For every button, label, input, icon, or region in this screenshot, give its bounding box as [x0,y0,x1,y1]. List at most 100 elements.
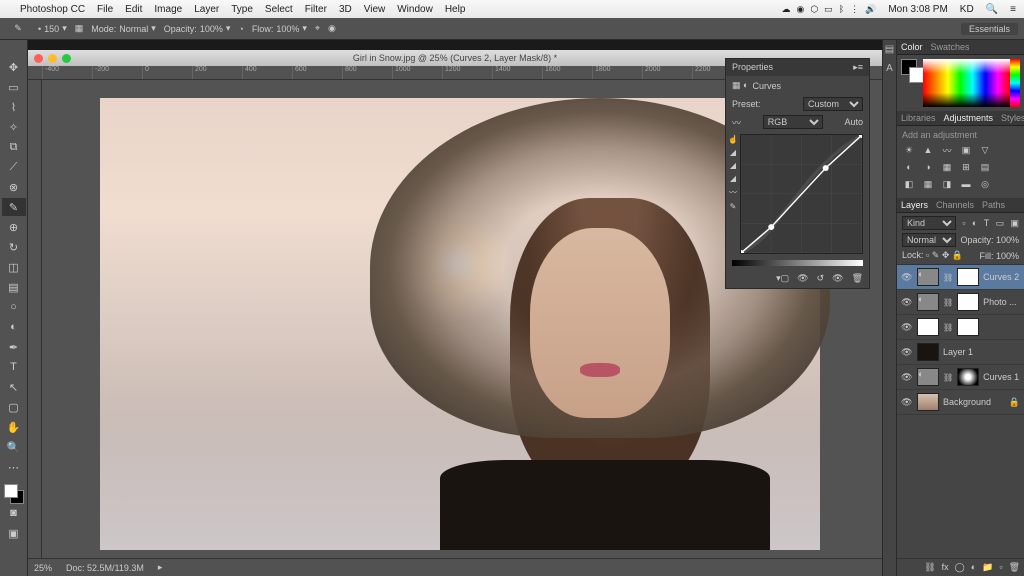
color-spectrum[interactable] [923,59,1010,107]
visibility-toggle[interactable]: 👁 [901,297,913,308]
draw-curve-icon[interactable]: ✎ [728,202,738,211]
status-chevron-icon[interactable]: ▸ [158,562,163,573]
layer-name[interactable]: Layer 1 [943,347,1020,357]
shape-tool[interactable]: ▢ [2,398,26,416]
properties-panel[interactable]: Properties ▸≡ ▦ ◐ Curves Preset: Custom … [725,58,870,289]
visibility-toggle[interactable]: 👁 [901,397,913,408]
hand-tool[interactable]: ✋ [2,418,26,436]
new-group-icon[interactable]: 📁 [982,562,993,573]
visibility-toggle[interactable]: 👁 [901,272,913,283]
lasso-tool[interactable]: ⌇ [2,98,26,116]
minimize-window-button[interactable] [48,54,57,63]
filter-pixel-icon[interactable]: ▫ [962,218,965,228]
lock-transparency-icon[interactable]: ▫ [926,250,929,260]
layer-thumb[interactable] [917,393,939,411]
hue-slider[interactable] [1010,59,1020,107]
color-panel-swatch[interactable] [901,59,923,107]
zoom-window-button[interactable] [62,54,71,63]
menu-help[interactable]: Help [445,4,466,15]
link-icon[interactable]: ⛓ [943,323,953,332]
preset-select[interactable]: Custom [803,97,863,111]
adj-bw-icon[interactable]: ◑ [921,160,935,174]
adj-curves-icon[interactable]: 〰 [940,143,954,157]
menu-image[interactable]: Image [154,4,182,15]
toggle-visibility-icon[interactable]: 👁 [832,273,843,284]
volume-icon[interactable]: 🔊 [865,4,876,15]
panel-menu-icon[interactable]: ▸≡ [853,62,863,73]
blend-mode-select[interactable]: Normal [902,233,956,247]
tab-libraries[interactable]: Libraries [901,113,936,123]
delete-adjustment-icon[interactable]: 🗑 [852,273,863,284]
tab-styles[interactable]: Styles [1001,113,1024,123]
dropbox-icon[interactable]: ⬡ [810,4,818,15]
doc-size[interactable]: Doc: 52.5M/119.3M [66,563,144,573]
new-layer-icon[interactable]: ▫ [999,562,1002,573]
layer-filter-select[interactable]: Kind [902,216,956,230]
add-mask-icon[interactable]: ◯ [955,562,965,573]
adj-hue-icon[interactable]: ◐ [902,160,916,174]
type-tool[interactable]: T [2,358,26,376]
tab-color[interactable]: Color [901,42,923,52]
adj-posterize-icon[interactable]: ▦ [921,177,935,191]
color-swatch[interactable] [4,484,24,504]
crop-tool[interactable]: ⧉ [2,138,26,156]
wand-tool[interactable]: ✧ [2,118,26,136]
link-icon[interactable]: ⛓ [943,373,953,382]
adj-gradient-icon[interactable]: ▬ [959,177,973,191]
brush-size-field[interactable]: • 150 ▾ [38,23,67,34]
filter-shape-icon[interactable]: ▭ [996,218,1005,229]
gray-point-icon[interactable]: ◢ [728,161,738,170]
target-adjust-icon[interactable]: ☝ [728,135,738,144]
layer-row[interactable]: 👁 Background 🔒 [897,390,1024,415]
tab-adjustments[interactable]: Adjustments [944,113,994,123]
character-panel-icon[interactable]: A [886,63,893,74]
view-previous-icon[interactable]: 👁 [797,273,808,284]
layer-row[interactable]: 👁 ⛓ [897,315,1024,340]
tab-paths[interactable]: Paths [982,200,1005,210]
tab-swatches[interactable]: Swatches [931,42,970,52]
menu-filter[interactable]: Filter [305,4,327,15]
adjustment-thumb[interactable]: ◐ [917,268,939,286]
opacity-value[interactable]: 100% [200,24,223,34]
adj-invert-icon[interactable]: ◧ [902,177,916,191]
lock-position-icon[interactable]: ✥ [942,250,950,260]
adj-vibrance-icon[interactable]: ▽ [978,143,992,157]
marquee-tool[interactable]: ▭ [2,78,26,96]
white-point-icon[interactable]: ◢ [728,174,738,183]
pressure-size-icon[interactable]: ◉ [328,23,336,34]
screenmode-toggle[interactable]: ▣ [2,524,26,542]
layer-name[interactable]: Curves 1 [983,372,1020,382]
auto-button[interactable]: Auto [844,117,863,127]
tab-layers[interactable]: Layers [901,200,928,210]
close-window-button[interactable] [34,54,43,63]
menu-view[interactable]: View [364,4,386,15]
zoom-tool[interactable]: 🔍 [2,438,26,456]
eyedropper-tool[interactable]: ⟋ [2,158,26,176]
bluetooth-icon[interactable]: ᛒ [839,4,844,15]
filter-smart-icon[interactable]: ▣ [1010,218,1019,229]
layer-row[interactable]: 👁 ◐ ⛓ Curves 2 [897,265,1024,290]
menu-file[interactable]: File [97,4,113,15]
layer-row[interactable]: 👁 ◐ ⛓ Curves 1 [897,365,1024,390]
filter-adj-icon[interactable]: ◐ [972,218,977,228]
layer-opacity-value[interactable]: 100% [996,235,1019,245]
cc-icon[interactable]: ◉ [796,4,804,15]
mask-thumb[interactable] [957,293,979,311]
zoom-level[interactable]: 25% [34,563,52,573]
filter-type-icon[interactable]: T [984,218,990,228]
adjustment-thumb[interactable]: ◐ [917,368,939,386]
clip-icon[interactable]: ▾▢ [776,273,789,284]
edit-toolbar[interactable]: ⋯ [2,458,26,476]
visibility-toggle[interactable]: 👁 [901,322,913,333]
path-tool[interactable]: ↖ [2,378,26,396]
delete-layer-icon[interactable]: 🗑 [1009,562,1020,573]
brush-preset-icon[interactable]: ✎ [6,20,30,38]
app-name[interactable]: Photoshop CC [20,4,85,15]
foreground-color[interactable] [4,484,18,498]
adj-selective-icon[interactable]: ◎ [978,177,992,191]
adj-mixer-icon[interactable]: ⊞ [959,160,973,174]
gradient-tool[interactable]: ▤ [2,278,26,296]
menu-edit[interactable]: Edit [125,4,142,15]
menu-3d[interactable]: 3D [339,4,352,15]
lock-all-icon[interactable]: 🔒 [952,250,963,260]
